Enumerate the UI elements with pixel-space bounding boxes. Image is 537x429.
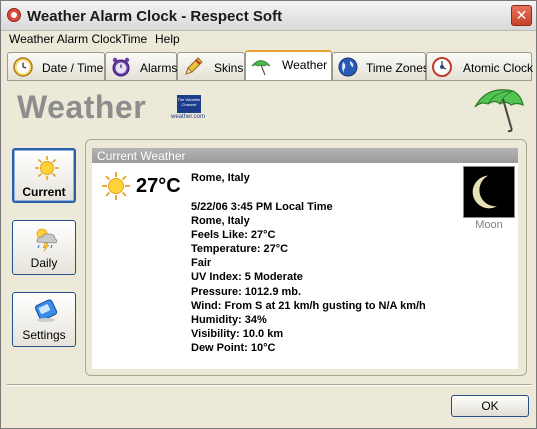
current-temperature: 27°C [136, 175, 181, 197]
tab-label: Alarms [140, 61, 178, 75]
app-window: Weather Alarm Clock - Respect Soft ✕ Wea… [0, 0, 537, 429]
feels-like: Feels Like: 27°C [191, 229, 276, 242]
sun-icon [102, 172, 130, 200]
menu-time[interactable]: Time [121, 32, 147, 46]
close-button[interactable]: ✕ [511, 5, 532, 26]
tab-time-zones[interactable]: Time Zones [332, 52, 429, 80]
menu-help[interactable]: Help [155, 32, 180, 46]
alarm-icon [112, 57, 130, 77]
visibility: Visibility: 10.0 km [191, 327, 284, 340]
temperature: Temperature: 27°C [191, 243, 289, 256]
tab-skins[interactable]: Skins [177, 52, 245, 80]
current-weather-header: Current Weather [92, 148, 518, 163]
tab-bar: Date / Time Alarms Skins Weather Time Zo… [7, 50, 534, 81]
umbrella-icon [474, 89, 524, 133]
location: Rome, Italy [191, 215, 250, 228]
footer-divider [7, 384, 532, 386]
uv-index: UV Index: 5 Moderate [191, 271, 303, 284]
current-button[interactable]: Current [12, 148, 76, 203]
window-title: Weather Alarm Clock - Respect Soft [27, 8, 283, 25]
city-name: Rome, Italy [191, 172, 250, 184]
ok-button[interactable]: OK [451, 395, 529, 417]
globe-icon [338, 57, 358, 77]
condition: Fair [191, 257, 212, 270]
pressure: Pressure: 1012.9 mb. [191, 285, 302, 298]
dew-point: Dew Point: 10°C [191, 341, 276, 354]
local-time: 5/22/06 3:45 PM Local Time [191, 201, 333, 213]
group-title: Current Weather [97, 149, 186, 163]
clock-icon [13, 57, 33, 77]
moon-label: Moon [475, 219, 503, 231]
app-clock-icon [7, 8, 21, 22]
tab-date-time[interactable]: Date / Time [7, 52, 105, 80]
title-bar[interactable]: Weather Alarm Clock - Respect Soft ✕ [1, 1, 536, 31]
tab-alarms[interactable]: Alarms [105, 52, 177, 80]
sun-icon [35, 156, 59, 180]
weather-details: 5/22/06 3:45 PM Local Time Rome, Italy F… [191, 200, 426, 355]
weather-channel-logo: The Weather Channel [177, 95, 201, 113]
menu-bar: Weather Alarm Clock Time Help [1, 31, 536, 48]
moon-phase-image [463, 166, 515, 218]
humidity: Humidity: 34% [191, 313, 267, 326]
menu-weather-alarm-clock[interactable]: Weather Alarm Clock [9, 32, 121, 46]
storm-cloud-icon [36, 228, 58, 252]
umbrella-icon [251, 60, 271, 76]
current-button-label: Current [22, 185, 66, 199]
weather-channel-caption: weather.com [171, 114, 206, 120]
atomic-clock-icon [432, 57, 452, 77]
daily-button[interactable]: Daily [12, 220, 76, 275]
wind: Wind: From S at 21 km/h gusting to N/A k… [191, 299, 426, 312]
tab-label: Weather [282, 58, 328, 72]
tab-weather[interactable]: Weather [245, 50, 332, 81]
settings-button[interactable]: Settings [12, 292, 76, 347]
pencil-icon [185, 57, 203, 75]
tab-label: Date / Time [42, 61, 104, 75]
page-title: Weather [17, 89, 147, 125]
settings-device-icon [34, 299, 58, 322]
tab-label: Time Zones [366, 61, 429, 75]
settings-button-label: Settings [22, 328, 66, 342]
tab-atomic-clock[interactable]: Atomic Clock [426, 52, 534, 80]
tab-label: Atomic Clock [463, 61, 534, 75]
tab-label: Skins [214, 61, 244, 75]
tab-panel-border [7, 80, 532, 81]
daily-button-label: Daily [30, 256, 58, 270]
